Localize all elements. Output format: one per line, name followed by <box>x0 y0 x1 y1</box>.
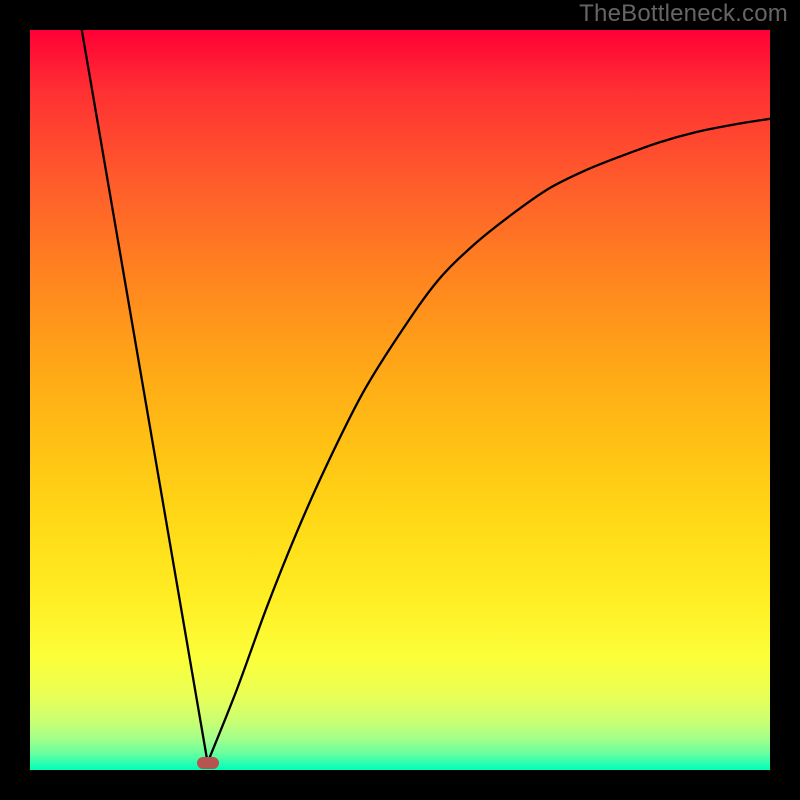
bottleneck-curve <box>30 30 770 770</box>
watermark-text: TheBottleneck.com <box>579 0 788 28</box>
chart-container: TheBottleneck.com <box>0 0 800 800</box>
minimum-marker <box>197 757 219 769</box>
plot-area <box>30 30 770 770</box>
